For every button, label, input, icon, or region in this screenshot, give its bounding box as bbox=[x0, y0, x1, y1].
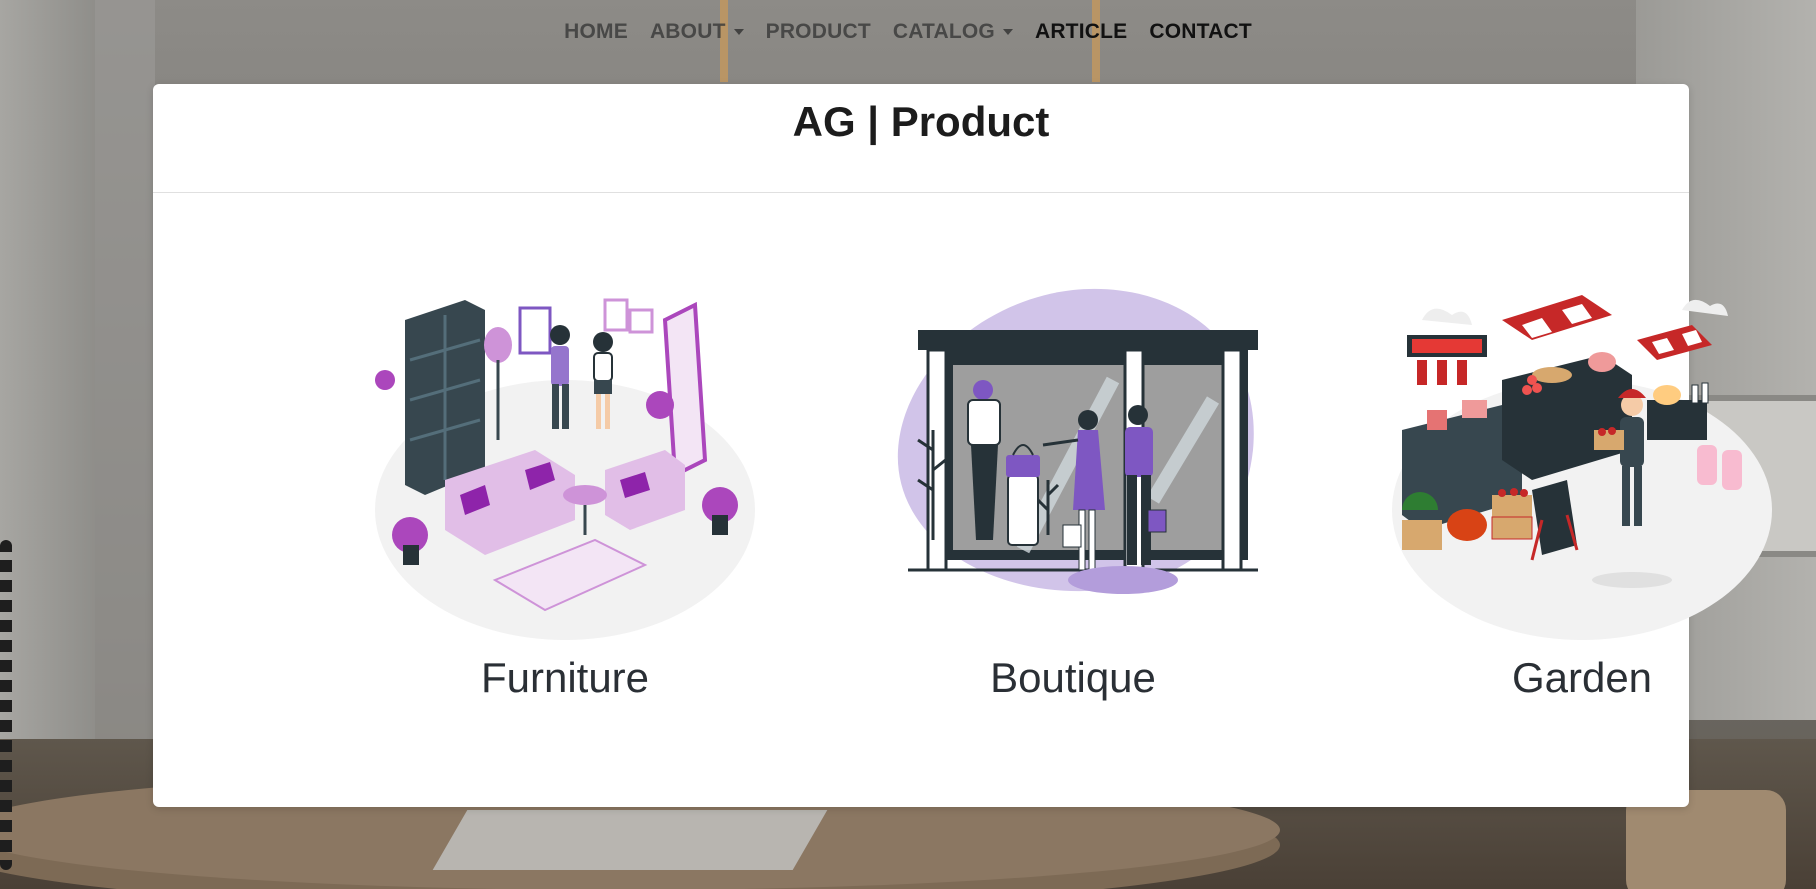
left-window bbox=[0, 0, 95, 760]
nav-contact-label: CONTACT bbox=[1149, 20, 1252, 43]
product-garden[interactable]: Garden bbox=[1382, 192, 1782, 807]
caret-down-icon bbox=[733, 29, 744, 35]
product-card: AG | Product Furniture Boutique Garden bbox=[153, 84, 1772, 807]
product-label: Garden bbox=[1511, 654, 1653, 701]
nav-home[interactable]: HOME bbox=[553, 20, 639, 44]
spiral-decor bbox=[0, 540, 12, 870]
left-curtain bbox=[95, 0, 155, 760]
magazine bbox=[432, 810, 828, 870]
card-header: AG | Product bbox=[153, 84, 1689, 193]
nav-article-label: ARTICLE bbox=[1034, 20, 1128, 43]
farmers-market-illustration bbox=[1392, 295, 1772, 640]
nav-article[interactable]: ARTICLE bbox=[1024, 20, 1138, 44]
nav-product-label: PRODUCT bbox=[765, 20, 871, 43]
main-navbar: HOME ABOUT PRODUCT CATALOG ARTICLE CONTA… bbox=[0, 20, 1816, 44]
product-furniture[interactable]: Furniture bbox=[365, 192, 765, 807]
product-label: Boutique bbox=[990, 654, 1156, 701]
product-boutique[interactable]: Boutique bbox=[873, 192, 1273, 807]
page-title: AG | Product bbox=[792, 97, 1050, 145]
product-label: Furniture bbox=[480, 654, 650, 701]
nav-about[interactable]: ABOUT bbox=[639, 20, 755, 44]
nav-catalog-label: CATALOG bbox=[892, 20, 995, 43]
nav-home-label: HOME bbox=[564, 20, 628, 43]
nav-catalog[interactable]: CATALOG bbox=[882, 20, 1024, 44]
product-grid: Furniture Boutique Garden bbox=[153, 192, 1772, 807]
nav-product[interactable]: PRODUCT bbox=[755, 20, 882, 44]
furniture-room-illustration bbox=[375, 298, 755, 640]
caret-down-icon bbox=[1002, 29, 1013, 35]
nav-about-label: ABOUT bbox=[649, 20, 726, 43]
boutique-storefront-illustration bbox=[897, 288, 1258, 594]
nav-contact[interactable]: CONTACT bbox=[1138, 20, 1263, 44]
